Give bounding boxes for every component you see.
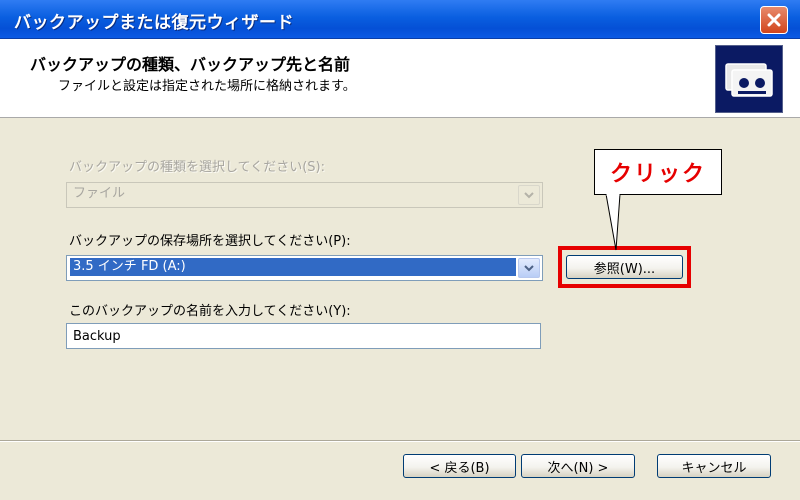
- click-callout: クリック: [594, 149, 722, 195]
- backup-type-select: ファイル: [66, 182, 543, 208]
- header-title: バックアップの種類、バックアップ先と名前: [30, 55, 351, 74]
- title-bar[interactable]: バックアップまたは復元ウィザード: [0, 0, 800, 39]
- callout-text: クリック: [609, 162, 706, 187]
- close-icon: [767, 13, 781, 27]
- backup-name-input[interactable]: Backup: [66, 323, 541, 349]
- wizard-header: バックアップの種類、バックアップ先と名前 ファイルと設定は指定された場所に格納さ…: [0, 39, 800, 118]
- backup-location-label: バックアップの保存場所を選択してください(P):: [69, 234, 351, 249]
- callout-pointer: [605, 194, 621, 251]
- chevron-down-icon: [518, 185, 540, 205]
- back-button[interactable]: < 戻る(B): [403, 454, 516, 478]
- backup-tapes-icon: [715, 45, 783, 113]
- chevron-down-icon[interactable]: [518, 258, 540, 278]
- footer-separator: [0, 440, 800, 442]
- close-button[interactable]: [760, 6, 788, 34]
- window-title: バックアップまたは復元ウィザード: [14, 13, 294, 33]
- backup-location-select[interactable]: 3.5 インチ FD (A:): [66, 255, 543, 281]
- cancel-button[interactable]: キャンセル: [657, 454, 771, 478]
- backup-type-label: バックアップの種類を選択してください(S):: [69, 160, 325, 175]
- backup-name-label: このバックアップの名前を入力してください(Y):: [69, 304, 351, 319]
- header-subtitle: ファイルと設定は指定された場所に格納されます。: [58, 79, 356, 94]
- next-button[interactable]: 次へ(N) >: [521, 454, 635, 478]
- backup-type-value: ファイル: [73, 186, 126, 201]
- backup-location-value: 3.5 インチ FD (A:): [70, 258, 516, 276]
